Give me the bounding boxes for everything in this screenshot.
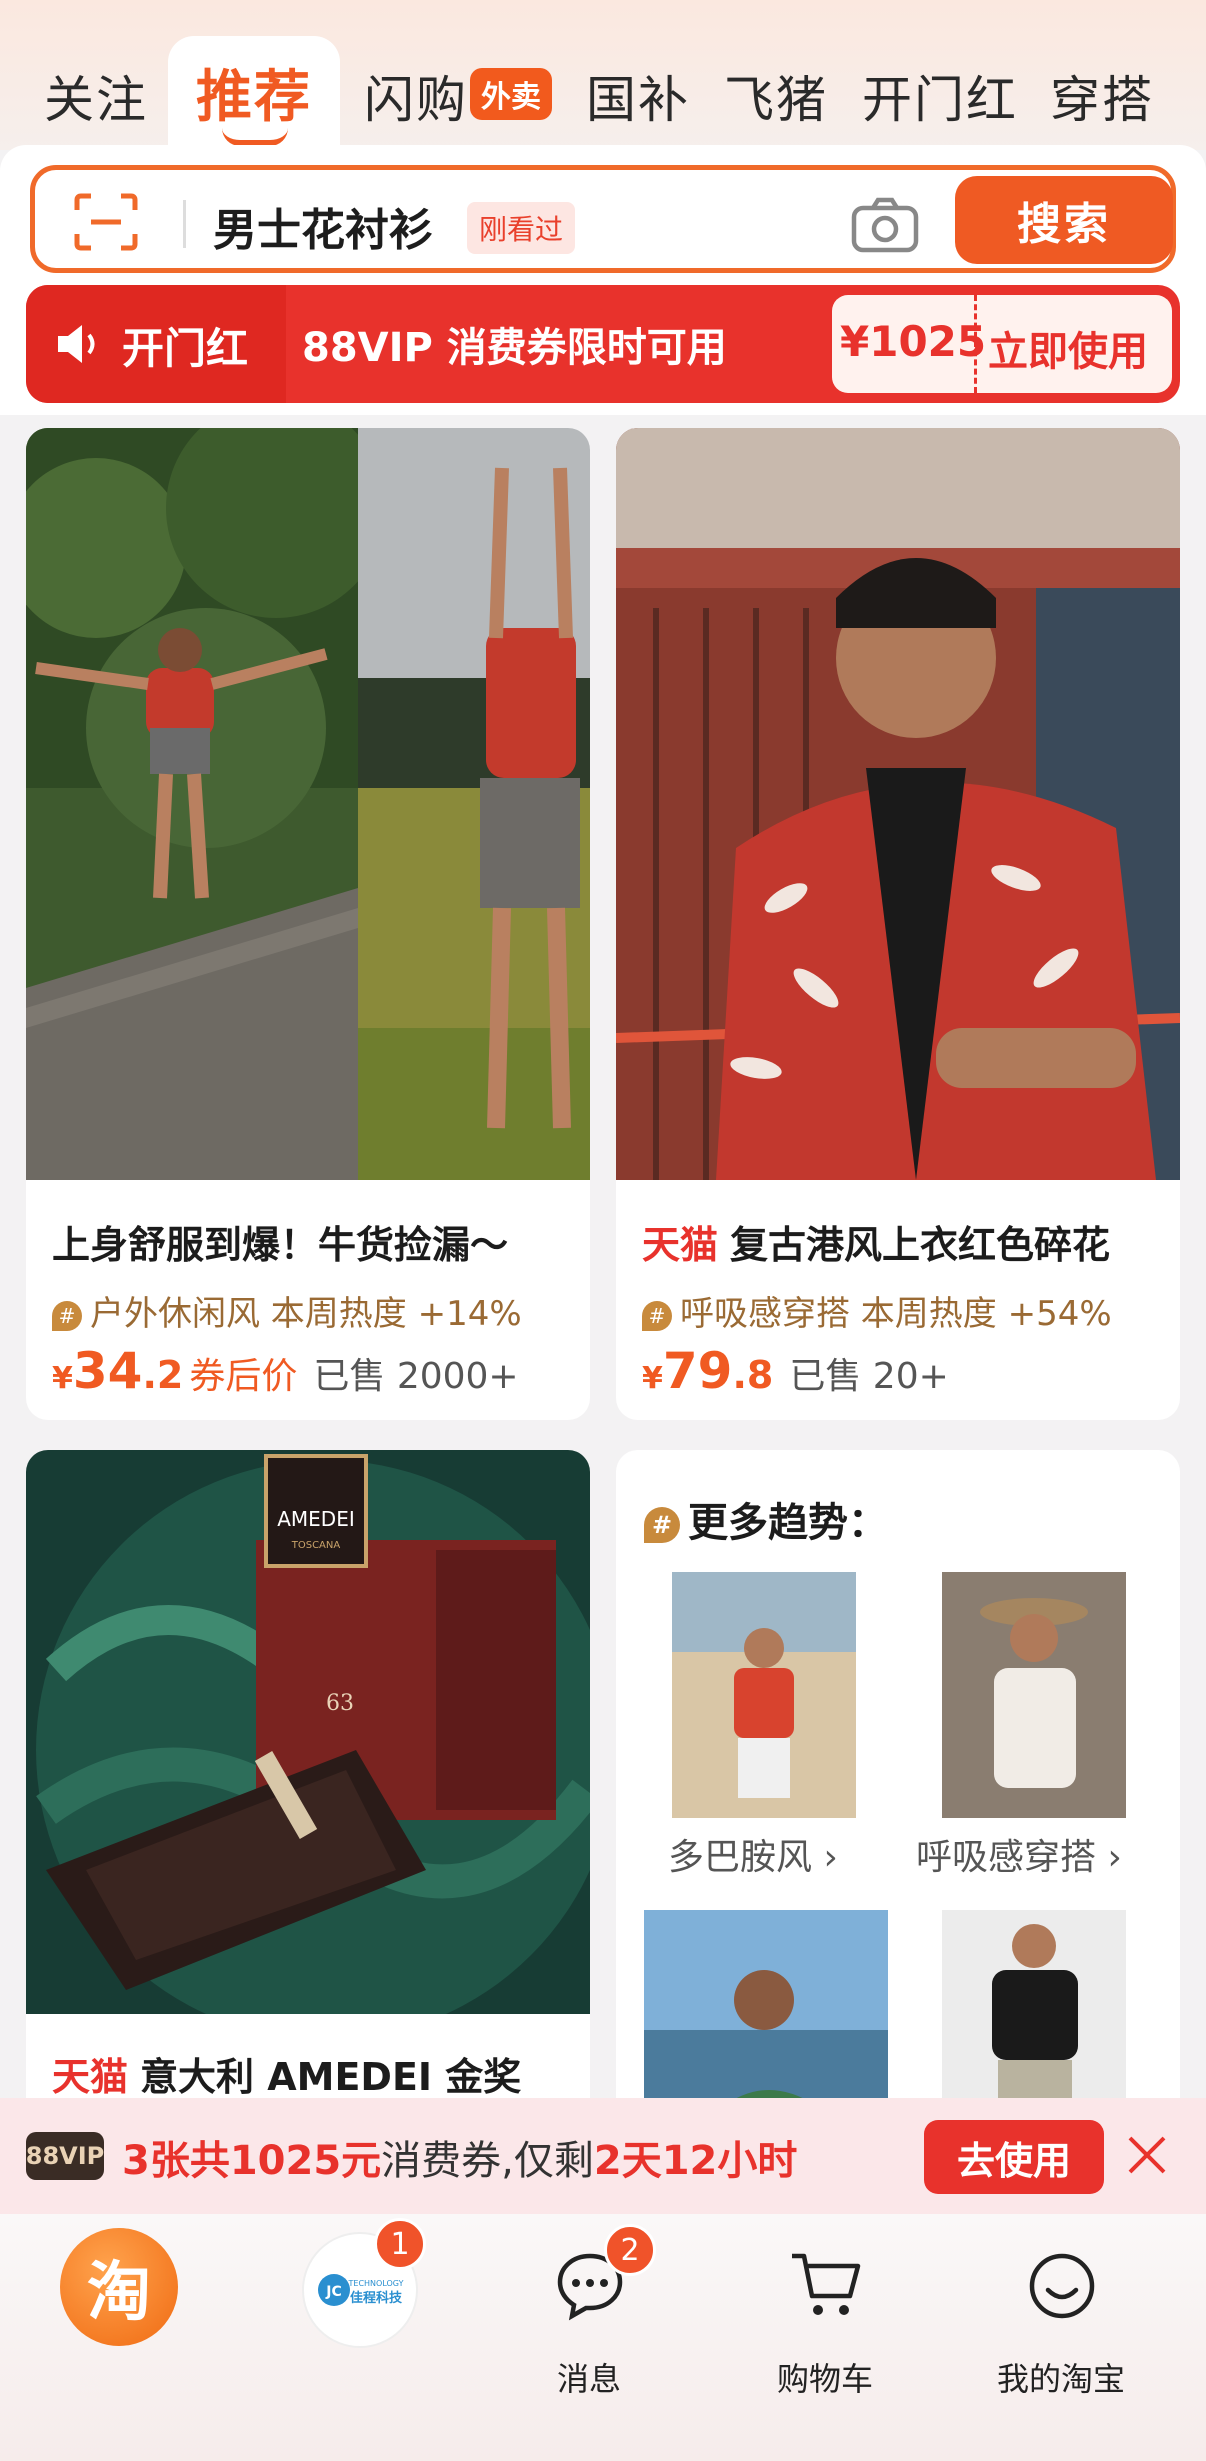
- nav-messages[interactable]: 2 消息: [494, 2224, 684, 2404]
- product-card[interactable]: AMEDEI TOSCANA 63 天猫 意大利 AMEDEI 金奖: [26, 1450, 590, 2150]
- takeout-badge: 外卖: [470, 68, 552, 120]
- search-divider: [183, 200, 186, 248]
- currency-symbol: ¥: [642, 1361, 663, 1396]
- tab-recommend[interactable]: 推荐: [196, 52, 312, 133]
- price-row: ¥34.2 券后价 已售 2000+: [52, 1342, 519, 1400]
- toscana-text: TOSCANA: [291, 1540, 341, 1551]
- coupon-amount: ¥1025: [840, 317, 987, 366]
- price-row: ¥79.8 已售 20+: [642, 1342, 949, 1400]
- taobao-home-icon[interactable]: 淘: [60, 2228, 178, 2346]
- product-title-row: 天猫 意大利 AMEDEI 金奖: [52, 2046, 521, 2101]
- coupon-notice-bar: 88VIP 3张共1025元消费券,仅剩2天12小时 去使用: [0, 2098, 1206, 2214]
- notice-coupon-count: 3张共1025元: [122, 2138, 382, 2184]
- promo-text: 88VIP 消费券限时可用: [302, 325, 727, 371]
- price-integer: 34: [72, 1342, 143, 1400]
- more-trends-label: 更多趋势：: [688, 1500, 888, 1546]
- trend-text: 户外休闲风 本周热度 +14%: [90, 1294, 522, 1334]
- trend-thumbnail-breathable[interactable]: [942, 1572, 1126, 1818]
- cart-icon: [792, 2253, 861, 2315]
- nav-my-taobao-label: 我的淘宝: [996, 2360, 1125, 2398]
- go-use-button[interactable]: 去使用: [924, 2120, 1104, 2194]
- sold-count: 已售 20+: [789, 1356, 949, 1397]
- close-icon[interactable]: [1124, 2132, 1170, 2178]
- notice-text: 3张共1025元消费券,仅剩2天12小时: [122, 2128, 797, 2186]
- search-input[interactable]: 男士花衬衫 刚看过 搜索: [30, 165, 1176, 273]
- tab-fliggy[interactable]: 飞猪: [724, 60, 828, 132]
- top-tab-bar: 关注 推荐 闪购 国补 飞猪 开门红 穿搭 外卖: [0, 0, 1206, 151]
- product-image: [26, 428, 590, 1180]
- product-title: 复古港风上衣红色碎花: [730, 1223, 1111, 1267]
- messages-badge: 2: [604, 2224, 656, 2276]
- bottom-navigation: 淘 JC TECHNOLOGY 佳程科技 1 2 消息 购物车 我的淘宝: [0, 2214, 1206, 2461]
- profile-smile-icon: [1029, 2253, 1095, 2319]
- hashtag-icon: #: [642, 1300, 672, 1331]
- search-button[interactable]: 搜索: [955, 176, 1173, 264]
- trends-card: # 更多趋势： 多巴胺风 › 呼吸感穿搭 ›: [616, 1450, 1180, 2150]
- price-decimal: .8: [732, 1353, 774, 1397]
- trend-thumbnail-dopamine[interactable]: [672, 1572, 856, 1818]
- company-name: 佳程科技: [350, 2290, 403, 2306]
- nav-my-taobao[interactable]: 我的淘宝: [966, 2224, 1156, 2404]
- recently-viewed-tag: 刚看过: [467, 202, 576, 254]
- amedei-logo: AMEDEI: [277, 1507, 355, 1531]
- product-image: [616, 428, 1180, 1180]
- nav-cart[interactable]: 购物车: [730, 2224, 920, 2404]
- product-title: 上身舒服到爆！牛货捡漏～: [52, 1223, 509, 1267]
- trend-link-breathable[interactable]: 呼吸感穿搭 ›: [916, 1828, 1122, 1880]
- scan-icon[interactable]: [73, 192, 139, 252]
- trend-info: # 呼吸感穿搭 本周热度 +54%: [642, 1286, 1112, 1335]
- price-note: 券后价: [189, 1356, 298, 1397]
- company-badge: 1: [374, 2218, 426, 2270]
- active-tab-indicator: [222, 128, 288, 146]
- promo-brand: 开门红: [122, 324, 249, 373]
- nav-cart-label: 购物车: [776, 2360, 873, 2398]
- product-title: 意大利 AMEDEI 金奖: [140, 2055, 522, 2099]
- product-card[interactable]: 上身舒服到爆！牛货捡漏～ # 户外休闲风 本周热度 +14% ¥34.2 券后价 已售…: [26, 428, 590, 1420]
- notice-time-left: 2天12小时: [593, 2138, 798, 2184]
- coupon-separator: [974, 295, 977, 393]
- promo-banner[interactable]: 开门红 88VIP 消费券限时可用 ¥1025 立即使用: [26, 285, 1180, 403]
- use-now-button[interactable]: 立即使用: [988, 319, 1148, 377]
- tab-outfit[interactable]: 穿搭: [1050, 60, 1154, 132]
- tmall-label: 天猫: [52, 2055, 129, 2099]
- box-number: 63: [326, 1691, 354, 1716]
- product-title-row: 天猫 复古港风上衣红色碎花: [642, 1214, 1110, 1269]
- channel-tabs: 关注 推荐 闪购 国补 飞猪 开门红 穿搭: [0, 30, 1206, 150]
- speaker-icon: [58, 325, 95, 363]
- price-decimal: .2: [142, 1353, 184, 1397]
- vip-badge: 88VIP: [26, 2132, 104, 2180]
- tab-kaimenhong[interactable]: 开门红: [862, 60, 1018, 132]
- more-trends-title: # 更多趋势：: [644, 1490, 888, 1548]
- price-integer: 79: [662, 1342, 733, 1400]
- trend-info: # 户外休闲风 本周热度 +14%: [52, 1286, 522, 1335]
- search-panel: 男士花衬衫 刚看过 搜索 开门红 88VIP 消费券限时可用 ¥1025 立即使…: [0, 145, 1206, 415]
- tab-follow[interactable]: 关注: [44, 60, 148, 132]
- svg-text:JC: JC: [325, 2284, 341, 2300]
- trend-text: 呼吸感穿搭 本周热度 +54%: [680, 1294, 1112, 1334]
- hashtag-icon: #: [644, 1507, 680, 1543]
- company-tag: TECHNOLOGY: [348, 2279, 404, 2288]
- currency-symbol: ¥: [52, 1361, 73, 1396]
- camera-icon[interactable]: [851, 196, 919, 254]
- nav-messages-label: 消息: [556, 2360, 621, 2398]
- search-query-text: 男士花衬衫: [213, 205, 433, 256]
- tab-flash-sale[interactable]: 闪购: [364, 60, 468, 132]
- notice-middle: 消费券,仅剩: [381, 2138, 594, 2184]
- hashtag-icon: #: [52, 1300, 82, 1331]
- tab-subsidy[interactable]: 国补: [586, 60, 690, 132]
- sold-count: 已售 2000+: [313, 1356, 519, 1397]
- promo-coupon[interactable]: ¥1025 立即使用: [832, 295, 1172, 393]
- product-card[interactable]: 天猫 复古港风上衣红色碎花 # 呼吸感穿搭 本周热度 +54% ¥79.8 已售 20…: [616, 428, 1180, 1420]
- tmall-label: 天猫: [642, 1223, 719, 1267]
- trend-link-dopamine[interactable]: 多巴胺风 ›: [668, 1828, 838, 1880]
- product-image: AMEDEI TOSCANA 63: [26, 1450, 590, 2014]
